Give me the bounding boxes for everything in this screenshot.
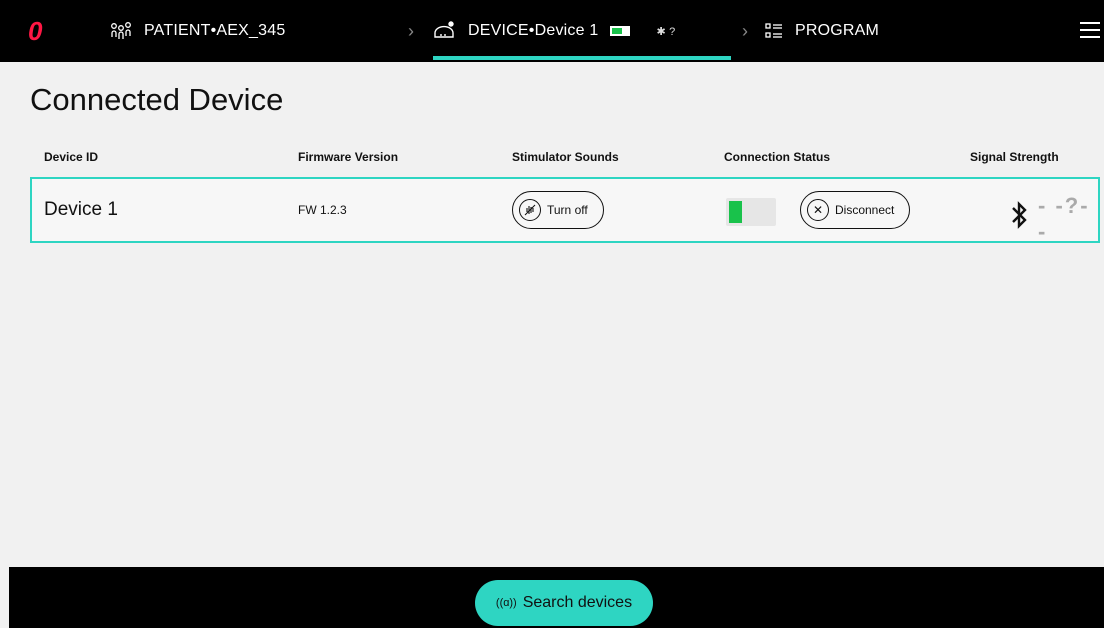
- turn-off-label: Turn off: [547, 203, 588, 217]
- disconnect-label: Disconnect: [835, 203, 895, 217]
- column-header-firmware: Firmware Version: [298, 150, 399, 164]
- battery-fill: [729, 201, 742, 223]
- nav-device-label: DEVICE: [468, 22, 529, 39]
- nav-patient[interactable]: PATIENT • AEX_345: [110, 0, 285, 62]
- signal-unknown-value: ?: [1064, 193, 1081, 218]
- battery-icon: [610, 26, 631, 36]
- search-signal-icon: ((ɑ)): [495, 597, 517, 609]
- chevron-right-icon: ›: [742, 21, 748, 41]
- battery-status-icon: [726, 198, 776, 226]
- hamburger-menu-icon[interactable]: [1080, 22, 1100, 38]
- program-icon: [765, 23, 783, 39]
- page-title: Connected Device: [30, 82, 284, 117]
- close-icon: ✕: [807, 199, 829, 221]
- nav-program[interactable]: PROGRAM: [765, 0, 879, 62]
- nav-program-label: PROGRAM: [795, 22, 880, 39]
- device-icon: [432, 21, 456, 41]
- column-header-signal: Signal Strength: [970, 150, 1059, 164]
- bluetooth-icon: [1010, 200, 1028, 238]
- patient-group-icon: [110, 21, 132, 41]
- column-header-connection: Connection Status: [724, 150, 831, 164]
- turn-off-sounds-button[interactable]: Turn off: [512, 191, 604, 229]
- signal-strength: - -?- -: [1010, 193, 1098, 245]
- search-devices-label: Search devices: [522, 594, 633, 611]
- bluetooth-icon: ✱ ?: [656, 25, 676, 38]
- nav-patient-label: PATIENT: [144, 22, 211, 39]
- signal-unknown: - -?- -: [1038, 193, 1090, 244]
- footer-bar: ((ɑ)) Search devices: [9, 567, 1104, 628]
- device-id-cell: Device 1: [44, 199, 118, 220]
- nav-device-name: Device 1: [534, 22, 599, 39]
- nav-patient-id: AEX_345: [216, 22, 286, 39]
- app-logo: 0: [28, 16, 43, 46]
- table-row[interactable]: Device 1 FW 1.2.3 Turn off ✕ Disconnect …: [30, 177, 1100, 245]
- top-nav-bar: 0 PATIENT • AEX_345 › DEVICE • Device 1 …: [0, 0, 1104, 62]
- sound-off-icon: [519, 199, 541, 221]
- column-header-device-id: Device ID: [44, 150, 99, 164]
- disconnect-button[interactable]: ✕ Disconnect: [800, 191, 910, 229]
- column-header-sounds: Stimulator Sounds: [512, 150, 619, 164]
- search-devices-button[interactable]: ((ɑ)) Search devices: [475, 580, 653, 626]
- signal-unknown-mini: ?: [669, 25, 676, 38]
- active-tab-indicator: [433, 56, 731, 60]
- nav-device[interactable]: DEVICE • Device 1 ✱ ?: [432, 0, 675, 62]
- chevron-right-icon: ›: [408, 21, 414, 41]
- firmware-cell: FW 1.2.3: [298, 203, 347, 217]
